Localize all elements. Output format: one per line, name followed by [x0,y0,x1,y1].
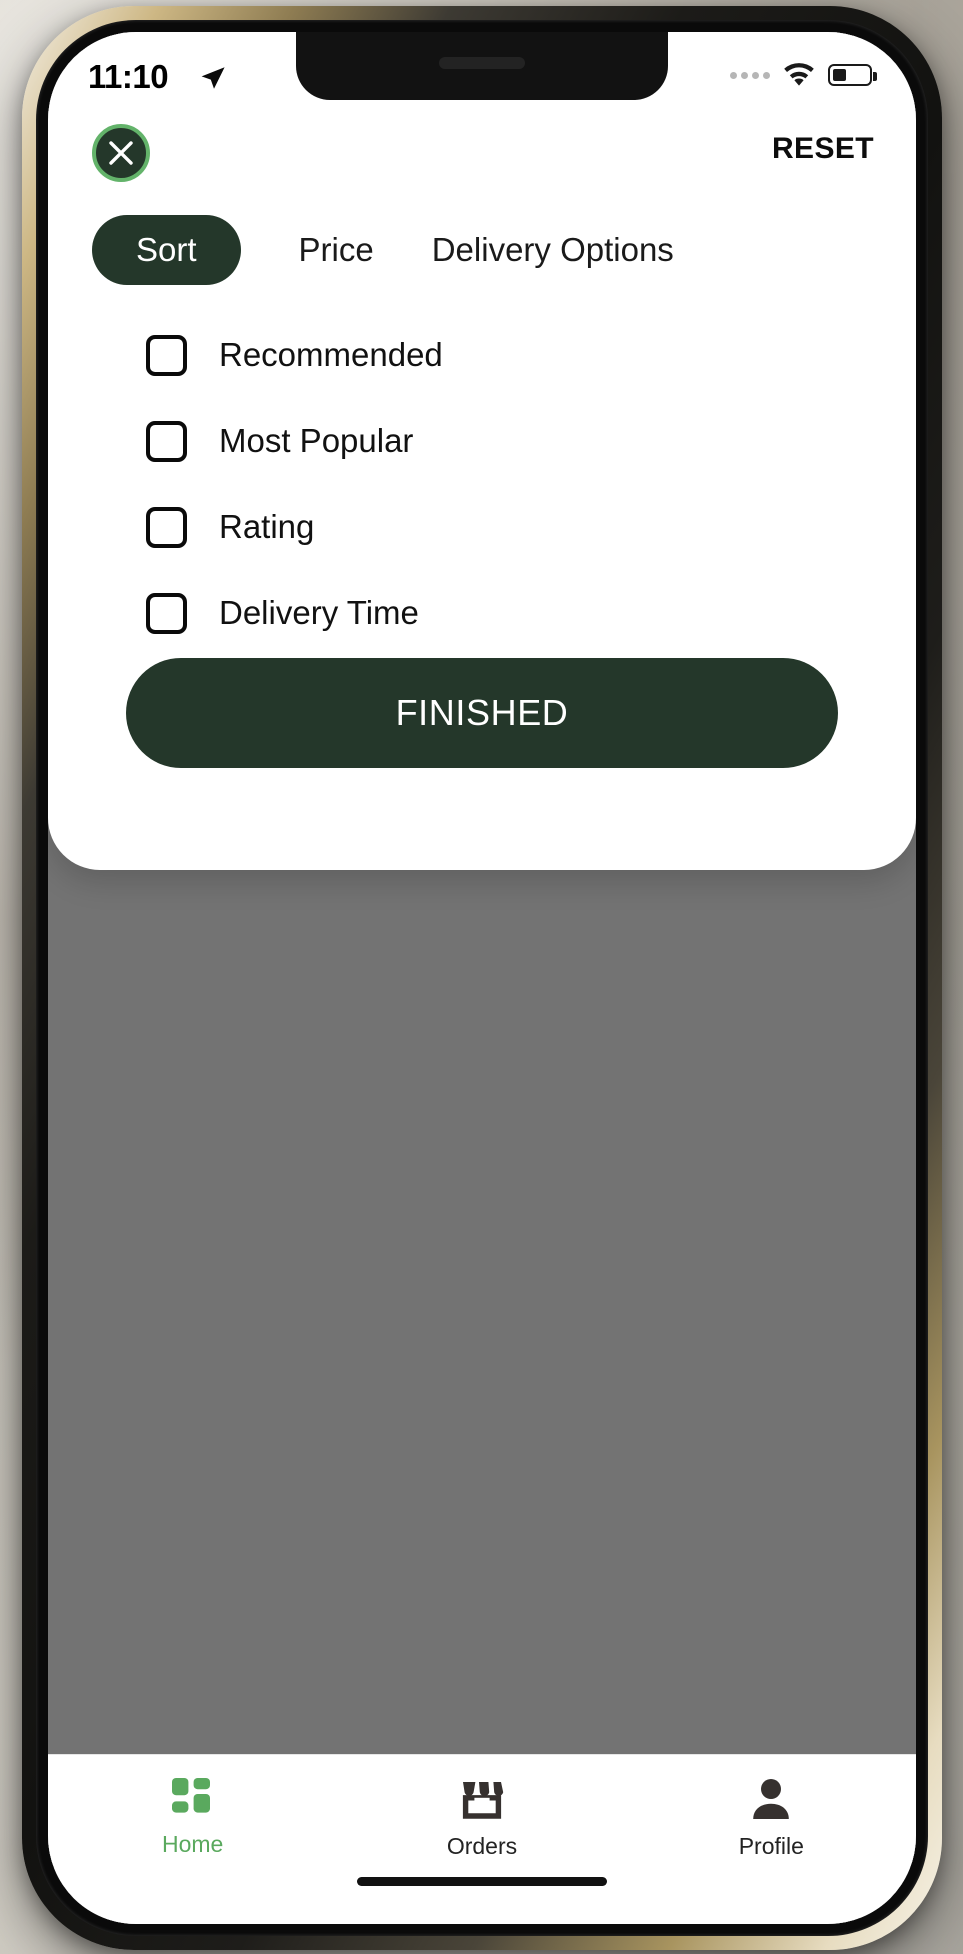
tab-sort[interactable]: Sort [92,215,241,285]
person-icon [753,1779,790,1819]
phone-device: Parkson Group $$$ • Kitchen • Fish • Spi… [22,6,942,1950]
device-notch [296,32,668,100]
checkbox-delivery-time[interactable] [146,592,187,634]
option-row[interactable]: Most Popular [48,398,916,484]
status-icons [730,62,877,88]
option-label: Rating [219,508,315,545]
tab-home-label: Home [161,1831,224,1857]
option-row[interactable]: Recommended [48,312,916,398]
storefront-icon [462,1782,504,1819]
tab-home[interactable]: Home [48,1777,337,1924]
status-time: 11:10 [88,58,169,95]
option-label: Most Popular [219,422,414,459]
finished-button[interactable]: FINISHED [126,658,838,768]
option-row[interactable]: Rating [48,484,916,570]
reset-button[interactable]: RESET [772,132,874,166]
phone-screen: Parkson Group $$$ • Kitchen • Fish • Spi… [48,32,916,1924]
home-indicator [357,1877,607,1886]
signal-dots-icon [730,71,770,79]
tab-orders-label: Orders [446,1833,518,1859]
wifi-icon [784,63,814,86]
checkbox-most-popular[interactable] [146,420,187,462]
filter-tabs: Sort Price Delivery Options [48,215,916,285]
sort-options-list: Recommended Most Popular Rating Delivery… [48,312,916,656]
option-label: Delivery Time [219,594,419,631]
close-icon [109,141,133,165]
checkbox-recommended[interactable] [146,334,187,376]
tab-price[interactable]: Price [299,231,374,269]
option-label: Recommended [219,336,443,373]
battery-low-icon [828,64,877,86]
checkbox-rating[interactable] [146,506,187,548]
bottom-tab-bar: Home Orders Profile [48,1754,916,1924]
grid-icon [171,1778,210,1813]
tab-delivery-options[interactable]: Delivery Options [432,231,674,269]
tab-orders[interactable]: Orders [337,1777,626,1924]
location-arrow-icon [201,67,225,89]
option-row[interactable]: Delivery Time [48,570,916,656]
close-button[interactable] [92,124,150,182]
earpiece-speaker [439,57,525,69]
filter-sheet: 11:10 RESET Sort Price Delivery Options … [48,32,916,870]
tab-profile-label: Profile [738,1833,804,1859]
tab-profile[interactable]: Profile [627,1777,916,1924]
